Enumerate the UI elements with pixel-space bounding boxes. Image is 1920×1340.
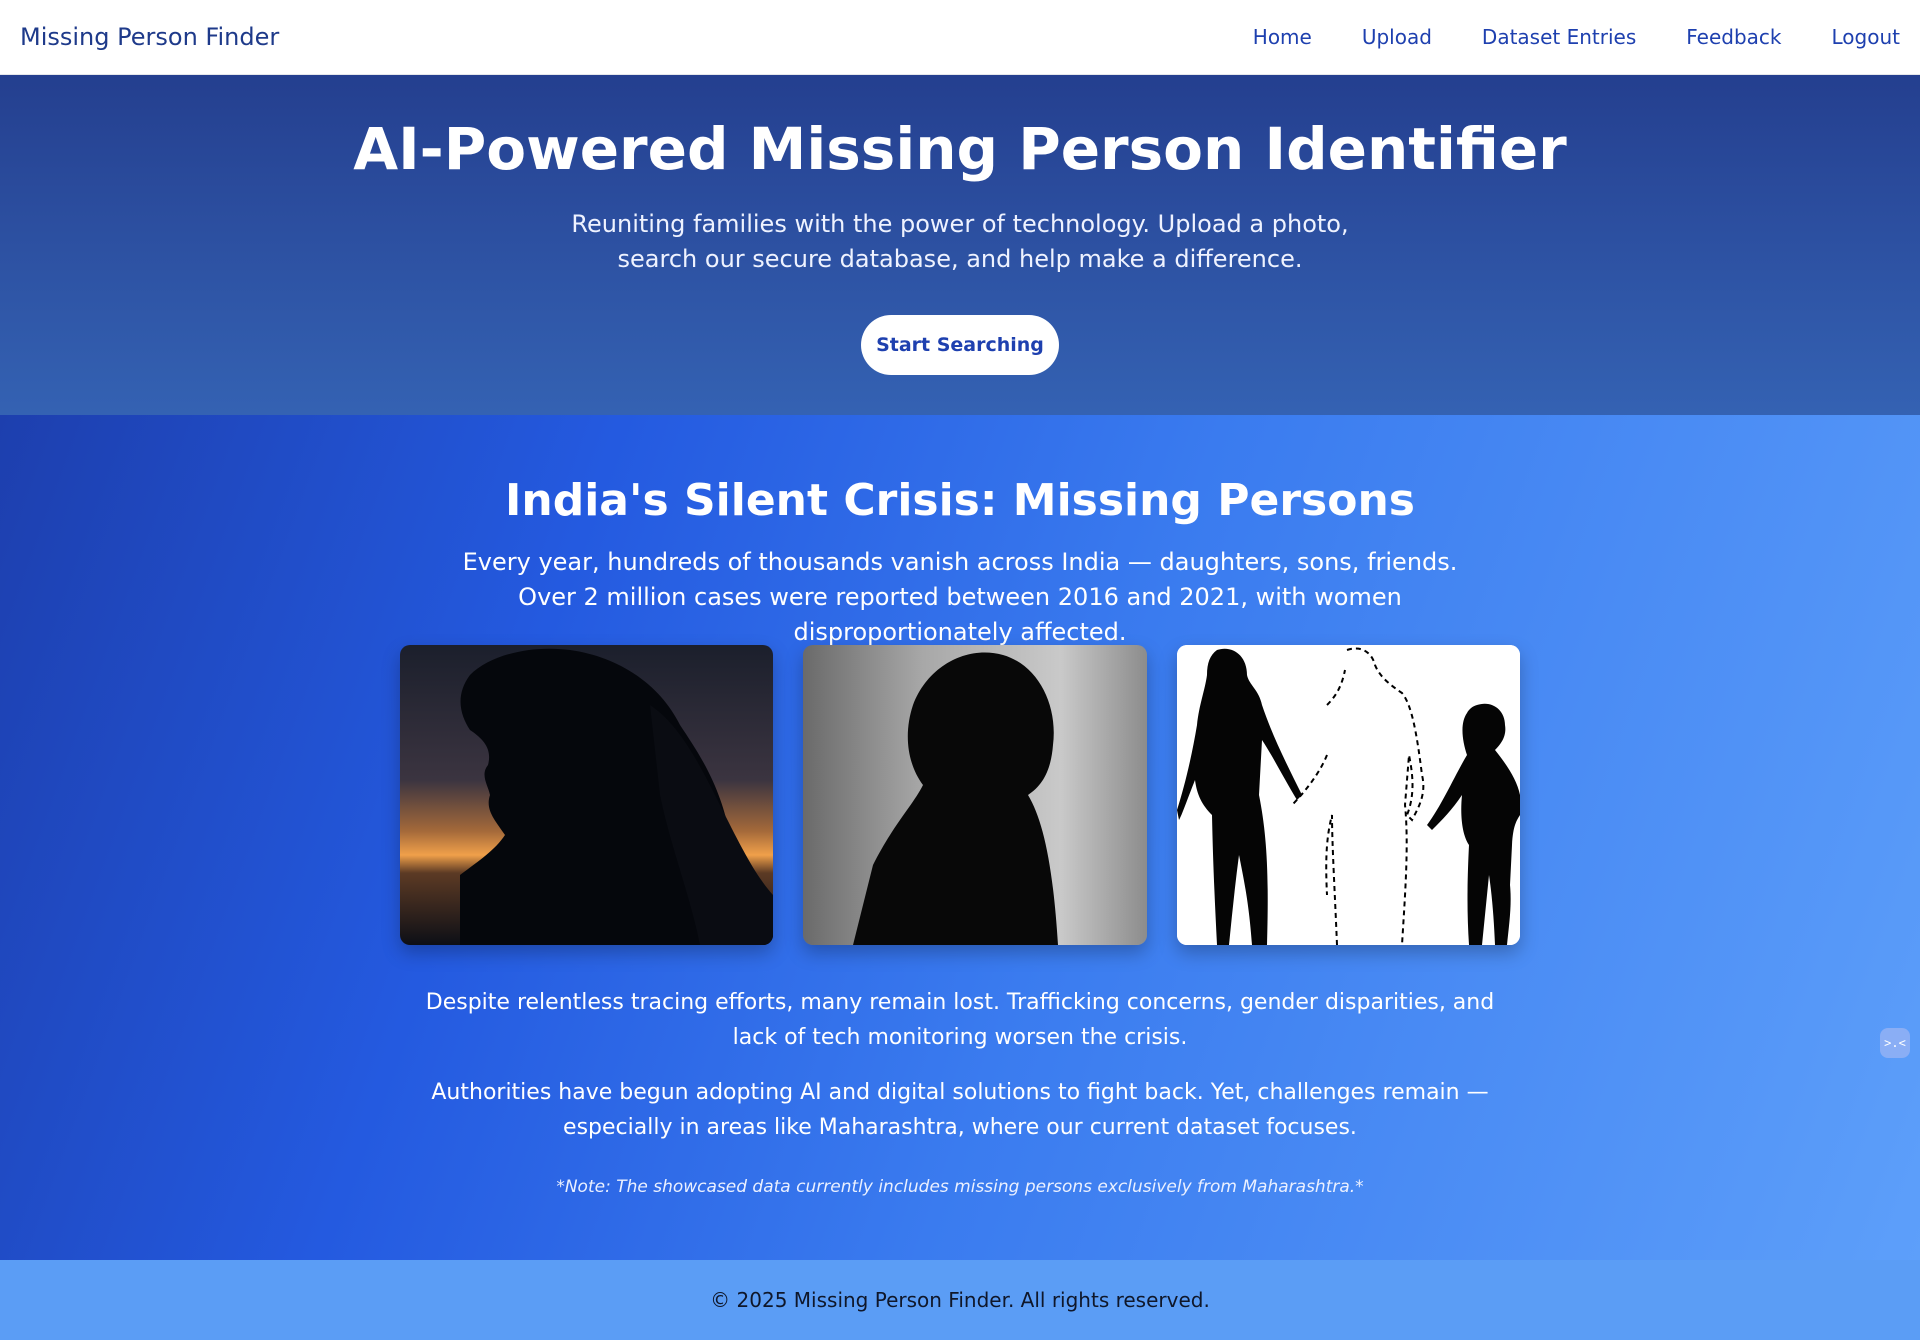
brand-logo-text[interactable]: Missing Person Finder — [20, 23, 279, 51]
nav-links: Home Upload Dataset Entries Feedback Log… — [1253, 25, 1900, 49]
crisis-paragraph-2: Despite relentless tracing efforts, many… — [425, 990, 1495, 1050]
hero-title: AI-Powered Missing Person Identifier — [353, 115, 1567, 183]
crisis-section: India's Silent Crisis: Missing Persons E… — [0, 415, 1920, 1260]
boy-silhouette-image — [803, 645, 1147, 945]
nav-link-feedback[interactable]: Feedback — [1686, 25, 1781, 49]
footer: © 2025 Missing Person Finder. All rights… — [0, 1260, 1920, 1340]
footer-copyright: © 2025 Missing Person Finder. All rights… — [710, 1288, 1210, 1312]
family-missing-member-image — [1177, 645, 1520, 945]
navbar: Missing Person Finder Home Upload Datase… — [0, 0, 1920, 75]
assistant-face-icon[interactable]: >.< — [1880, 1028, 1910, 1058]
woman-silhouette-sunset-image — [400, 645, 773, 945]
crisis-title: India's Silent Crisis: Missing Persons — [505, 475, 1415, 526]
hero-subtitle: Reuniting families with the power of tec… — [571, 210, 1349, 273]
nav-link-upload[interactable]: Upload — [1362, 25, 1432, 49]
crisis-paragraph-3: Authorities have begun adopting AI and d… — [431, 1080, 1489, 1140]
nav-link-home[interactable]: Home — [1253, 25, 1312, 49]
start-searching-button[interactable]: Start Searching — [861, 315, 1059, 375]
nav-link-logout[interactable]: Logout — [1832, 25, 1900, 49]
crisis-image-row — [0, 645, 1920, 945]
hero-section: AI-Powered Missing Person Identifier Reu… — [0, 75, 1920, 415]
crisis-intro-text: Every year, hundreds of thousands vanish… — [462, 548, 1458, 646]
crisis-note: *Note: The showcased data currently incl… — [556, 1177, 1364, 1197]
nav-link-dataset-entries[interactable]: Dataset Entries — [1482, 25, 1636, 49]
